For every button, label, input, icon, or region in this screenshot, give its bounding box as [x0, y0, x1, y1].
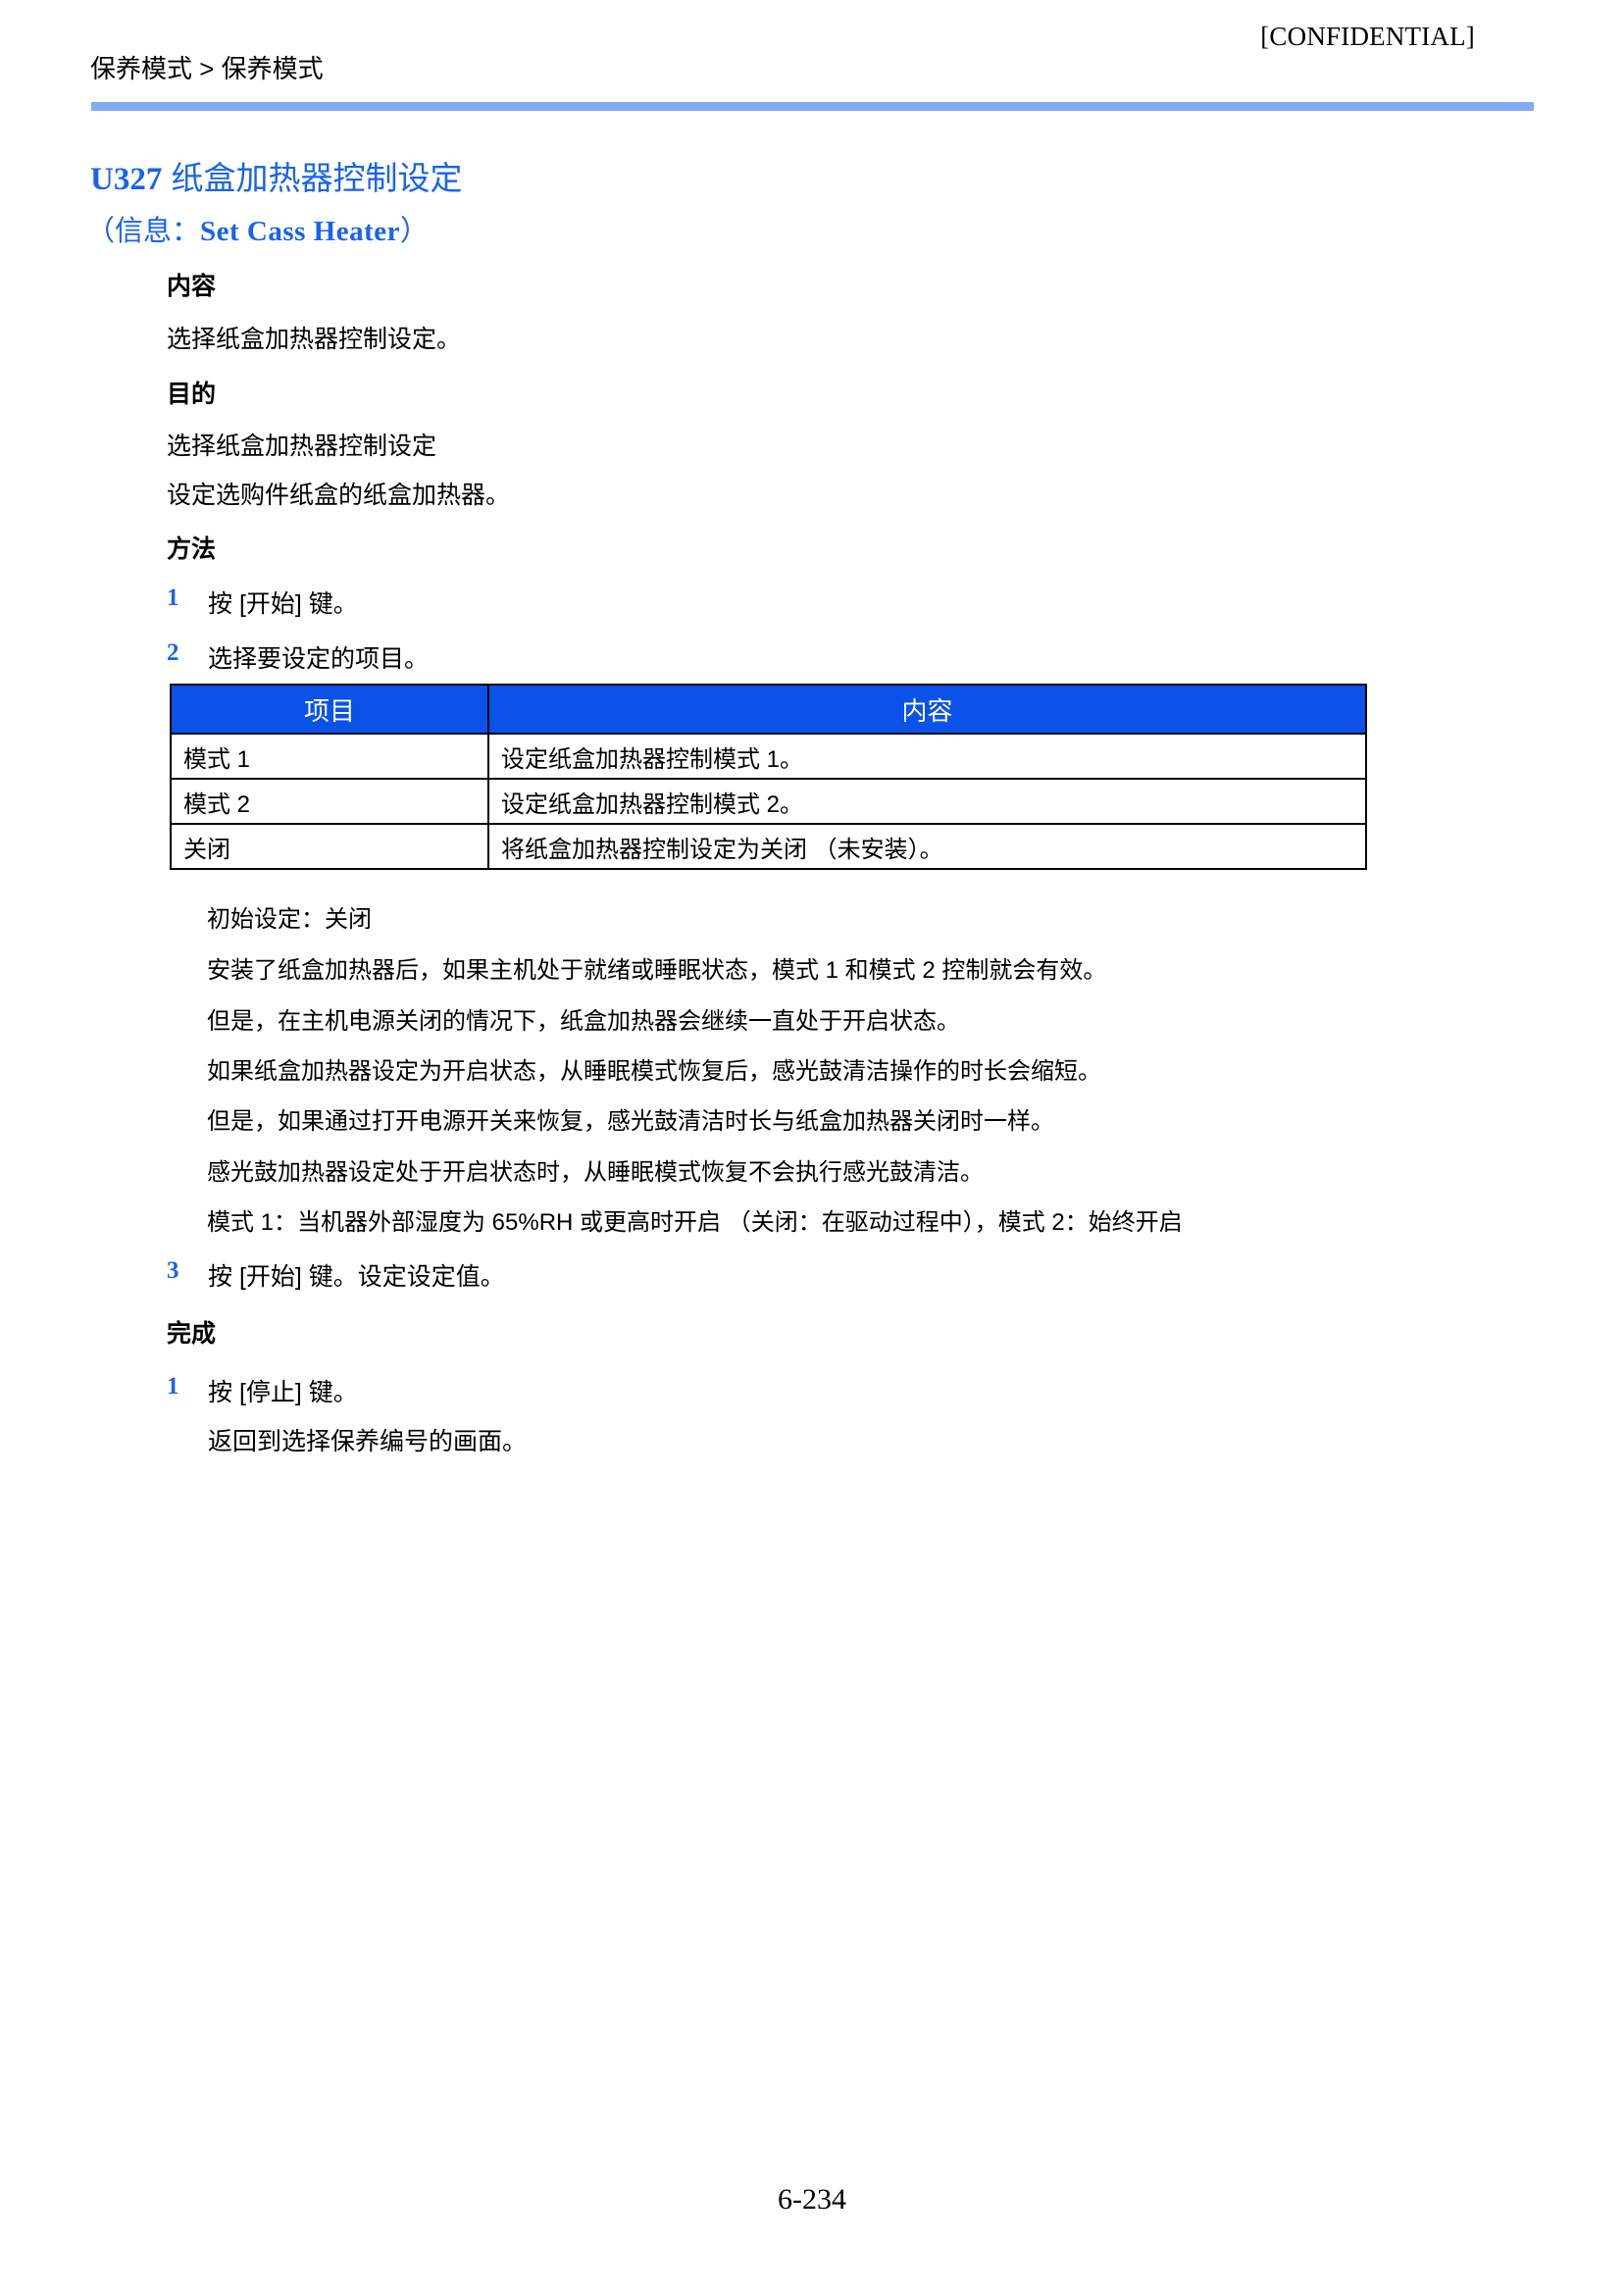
table-header-row: 项目 内容	[170, 684, 1367, 735]
table-cell-item: 模式 2	[170, 778, 489, 825]
completion-step-1: 1 按 [停止] 键。	[167, 1373, 358, 1408]
page-subtitle: （信息：Set Cass Heater）	[86, 208, 429, 249]
method-step-1: 1 按 [开始] 键。	[167, 585, 358, 620]
table-row: 模式 2 设定纸盒加热器控制模式 2。	[170, 778, 1367, 825]
completion-note: 返回到选择保养编号的画面。	[208, 1428, 528, 1455]
purpose-line-2: 设定选购件纸盒的纸盒加热器。	[167, 482, 511, 509]
step-text: 选择要设定的项目。	[208, 645, 430, 673]
note-line-4: 如果纸盒加热器设定为开启状态，从睡眠模式恢复后，感光鼓清洁操作的时长会缩短。	[207, 1058, 1101, 1085]
method-step-3: 3 按 [开始] 键。设定设定值。	[167, 1257, 505, 1293]
purpose-line-1: 选择纸盒加热器控制设定	[167, 433, 437, 460]
table-cell-item: 关闭	[170, 823, 489, 870]
note-line-1: 初始设定：关闭	[207, 906, 372, 933]
note-line-2: 安装了纸盒加热器后，如果主机处于就绪或睡眠状态，模式 1 和模式 2 控制就会有…	[207, 957, 1107, 984]
method-step-2: 2 选择要设定的项目。	[167, 639, 429, 675]
header-divider-rule	[91, 102, 1534, 111]
table-row: 关闭 将纸盒加热器控制设定为关闭 （未安装）。	[170, 823, 1367, 870]
table-row: 模式 1 设定纸盒加热器控制模式 1。	[170, 733, 1367, 780]
step-text: 按 [停止] 键。	[208, 1379, 358, 1406]
settings-table: 项目 内容 模式 1 设定纸盒加热器控制模式 1。 模式 2 设定纸盒加热器控制…	[170, 684, 1367, 870]
description-text: 选择纸盒加热器控制设定。	[167, 326, 462, 353]
settings-table-container: 项目 内容 模式 1 设定纸盒加热器控制模式 1。 模式 2 设定纸盒加热器控制…	[170, 684, 1367, 870]
subtitle-suffix: ）	[400, 216, 430, 247]
page-footer: 6-234	[0, 2183, 1624, 2217]
subtitle-prefix: （信息：	[86, 216, 201, 247]
section-heading-description: 内容	[167, 273, 217, 300]
step-number: 1	[167, 585, 179, 611]
note-line-5: 但是，如果通过打开电源开关来恢复，感光鼓清洁时长与纸盒加热器关闭时一样。	[207, 1108, 1054, 1135]
table-cell-item: 模式 1	[170, 733, 489, 780]
table-cell-content: 设定纸盒加热器控制模式 1。	[487, 733, 1367, 780]
page-number: 6-234	[778, 2183, 846, 2216]
section-heading-method: 方法	[167, 535, 217, 563]
note-line-6: 感光鼓加热器设定处于开启状态时，从睡眠模式恢复不会执行感光鼓清洁。	[207, 1159, 984, 1186]
page-header: [CONFIDENTIAL] 保养模式 > 保养模式	[0, 0, 1624, 118]
table-header-content: 内容	[487, 684, 1367, 735]
note-line-7: 模式 1：当机器外部湿度为 65%RH 或更高时开启 （关闭：在驱动过程中），模…	[207, 1209, 1183, 1236]
page-title: U327 纸盒加热器控制设定	[90, 152, 463, 199]
title-name: 纸盒加热器控制设定	[171, 160, 463, 196]
note-line-3: 但是，在主机电源关闭的情况下，纸盒加热器会继续一直处于开启状态。	[207, 1008, 960, 1035]
section-heading-purpose: 目的	[167, 381, 217, 408]
document-page: [CONFIDENTIAL] 保养模式 > 保养模式 U327 纸盒加热器控制设…	[0, 0, 1624, 2294]
table-cell-content: 将纸盒加热器控制设定为关闭 （未安装）。	[487, 823, 1367, 870]
step-text: 按 [开始] 键。	[208, 590, 358, 618]
step-number: 3	[167, 1257, 179, 1284]
step-number: 2	[167, 639, 179, 666]
confidential-marker: [CONFIDENTIAL]	[1260, 22, 1475, 51]
table-header-item: 项目	[170, 684, 489, 735]
section-heading-completion: 完成	[167, 1320, 217, 1348]
table-cell-content: 设定纸盒加热器控制模式 2。	[487, 778, 1367, 825]
subtitle-english: Set Cass Heater	[200, 216, 401, 247]
step-text: 按 [开始] 键。设定设定值。	[208, 1263, 505, 1291]
title-code: U327	[90, 162, 163, 197]
step-number: 1	[167, 1373, 179, 1400]
breadcrumb: 保养模式 > 保养模式	[90, 54, 324, 83]
